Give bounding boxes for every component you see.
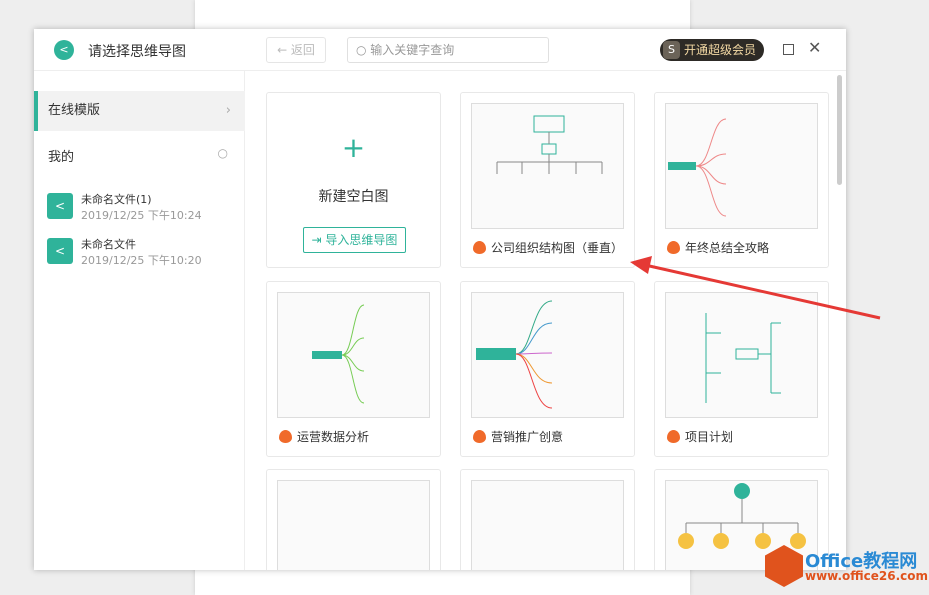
watermark-url: www.office26.com bbox=[805, 569, 929, 583]
office-logo-icon bbox=[765, 545, 803, 587]
watermark: Office教程网 www.office26.com bbox=[765, 545, 929, 589]
red-arrow-annotation bbox=[630, 256, 881, 320]
